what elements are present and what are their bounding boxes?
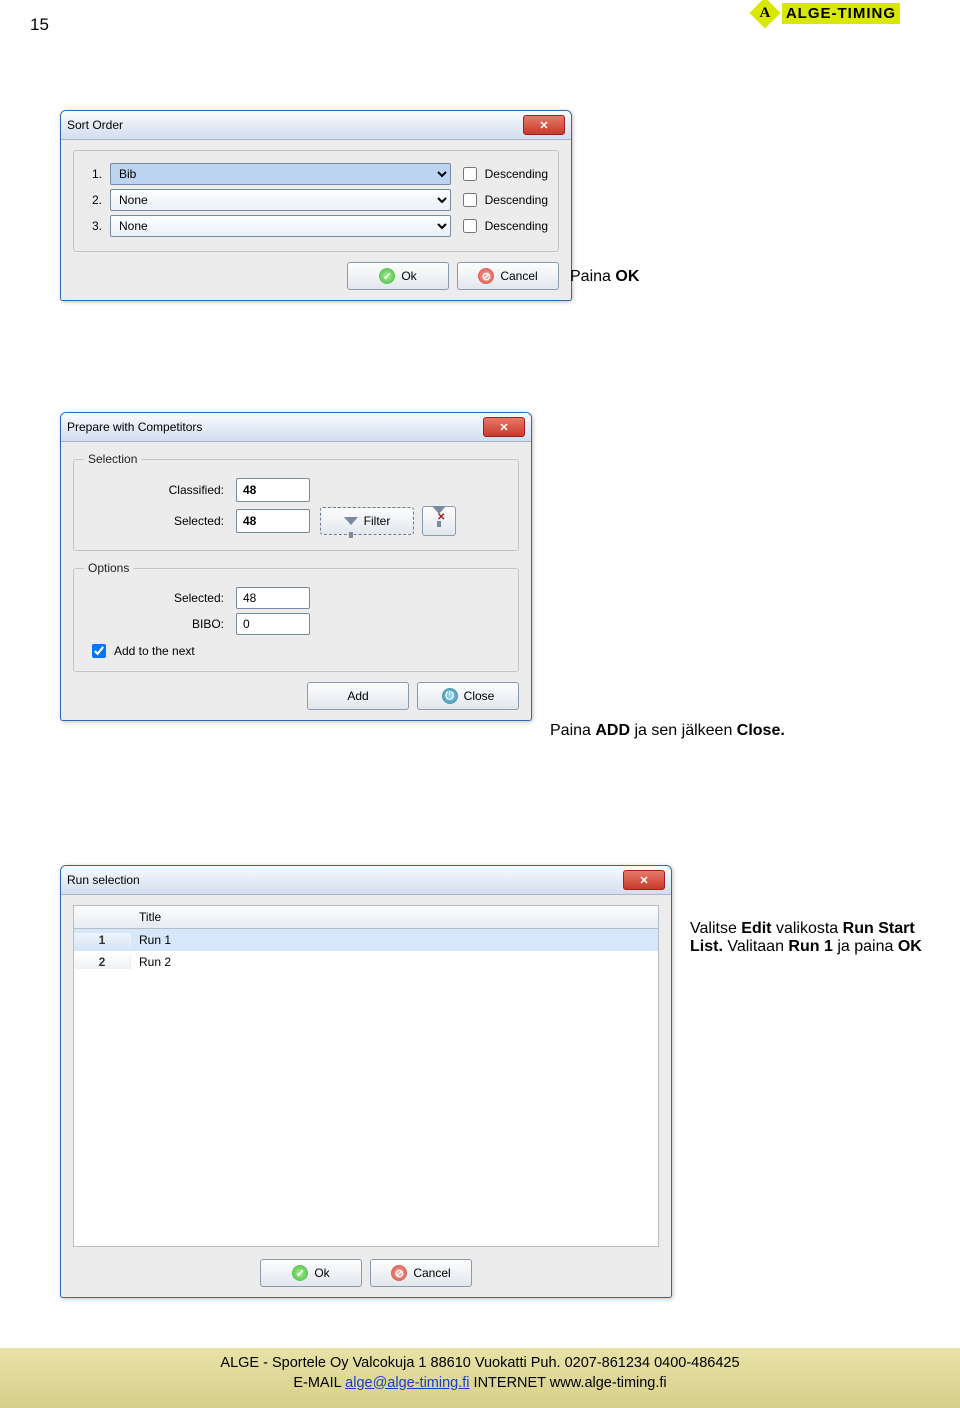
classified-label: Classified: xyxy=(84,483,224,497)
close-button[interactable]: ✕ xyxy=(483,417,525,437)
dialog-title-bar: Run selection ✕ xyxy=(61,866,671,895)
cancel-button[interactable]: ⊘ Cancel xyxy=(457,262,559,290)
bibo-input[interactable] xyxy=(236,613,310,635)
table-row[interactable]: 1 Run 1 xyxy=(74,929,658,951)
button-label: Close xyxy=(464,689,495,703)
sort-row-number: 1. xyxy=(84,167,102,181)
close-icon: ✕ xyxy=(639,874,648,887)
close-button[interactable]: ⏻ Close xyxy=(417,682,519,710)
sort-order-dialog: Sort Order ✕ 1. Bib Descending 2. None D… xyxy=(60,110,572,301)
ok-icon: ✓ xyxy=(292,1265,308,1281)
brand-logo: A ALGE-TIMING xyxy=(754,2,900,24)
filter-button[interactable]: Filter xyxy=(320,507,414,535)
page-footer: ALGE - Sportele Oy Valcokuja 1 88610 Vuo… xyxy=(0,1348,960,1408)
checkbox[interactable] xyxy=(463,219,477,233)
add-button[interactable]: Add xyxy=(307,682,409,710)
button-label: Add xyxy=(347,689,368,703)
button-label: Cancel xyxy=(413,1266,450,1280)
descending-2[interactable]: Descending xyxy=(459,190,548,210)
button-label: Filter xyxy=(364,514,391,528)
cancel-button[interactable]: ⊘ Cancel xyxy=(370,1259,472,1287)
caption-edit-run: Valitse Edit valikosta Run Start List. V… xyxy=(690,920,940,956)
add-to-next-checkbox[interactable]: Add to the next xyxy=(88,641,508,661)
footer-line-1: ALGE - Sportele Oy Valcokuja 1 88610 Vuo… xyxy=(0,1354,960,1374)
sort-field-1[interactable]: Bib xyxy=(110,163,451,185)
close-icon: ✕ xyxy=(499,421,508,434)
checkbox-label: Descending xyxy=(485,193,548,207)
selection-legend: Selection xyxy=(84,452,141,466)
sort-row-number: 2. xyxy=(84,193,102,207)
dialog-title-bar: Sort Order ✕ xyxy=(61,111,571,140)
checkbox-label: Descending xyxy=(485,219,548,233)
funnel-clear-icon: ✕ xyxy=(432,514,446,528)
logo-diamond: A xyxy=(749,0,780,29)
clear-filter-button[interactable]: ✕ xyxy=(422,506,456,536)
dialog-title: Sort Order xyxy=(67,118,523,132)
selected-value: 48 xyxy=(236,509,310,533)
close-icon: ✕ xyxy=(539,119,548,132)
selected-label: Selected: xyxy=(84,514,224,528)
checkbox[interactable] xyxy=(463,193,477,207)
ok-button[interactable]: ✓ Ok xyxy=(347,262,449,290)
footer-email-link[interactable]: alge@alge-timing.fi xyxy=(345,1375,469,1391)
caption-paina-add: Paina ADD ja sen jälkeen Close. xyxy=(550,722,910,740)
checkbox-label: Descending xyxy=(485,167,548,181)
row-title: Run 2 xyxy=(131,955,658,969)
selected2-label: Selected: xyxy=(84,591,224,605)
brand-text: ALGE-TIMING xyxy=(782,3,900,24)
button-label: Cancel xyxy=(500,269,537,283)
dialog-title: Prepare with Competitors xyxy=(67,420,483,434)
close-button[interactable]: ✕ xyxy=(623,870,665,890)
dialog-title: Run selection xyxy=(67,873,623,887)
run-table: Title 1 Run 1 2 Run 2 xyxy=(73,905,659,1247)
power-icon: ⏻ xyxy=(442,688,458,704)
table-row[interactable]: 2 Run 2 xyxy=(74,951,658,973)
row-number: 2 xyxy=(74,955,131,969)
sort-field-2[interactable]: None xyxy=(110,189,451,211)
cancel-icon: ⊘ xyxy=(478,268,494,284)
sort-row-number: 3. xyxy=(84,219,102,233)
run-selection-dialog: Run selection ✕ Title 1 Run 1 2 Run 2 ✓ O… xyxy=(60,865,672,1298)
selected2-input[interactable] xyxy=(236,587,310,609)
sort-field-3[interactable]: None xyxy=(110,215,451,237)
footer-email-label: E-MAIL xyxy=(293,1375,345,1391)
classified-value: 48 xyxy=(236,478,310,502)
checkbox-label: Add to the next xyxy=(114,644,195,658)
dialog-title-bar: Prepare with Competitors ✕ xyxy=(61,413,531,442)
checkbox[interactable] xyxy=(92,644,106,658)
cancel-icon: ⊘ xyxy=(391,1265,407,1281)
prepare-competitors-dialog: Prepare with Competitors ✕ Selection Cla… xyxy=(60,412,532,721)
checkbox[interactable] xyxy=(463,167,477,181)
descending-3[interactable]: Descending xyxy=(459,216,548,236)
page-number: 15 xyxy=(30,15,49,35)
row-title: Run 1 xyxy=(131,933,658,947)
column-header-title[interactable]: Title xyxy=(131,910,658,924)
bibo-label: BIBO: xyxy=(84,617,224,631)
ok-icon: ✓ xyxy=(379,268,395,284)
button-label: Ok xyxy=(314,1266,329,1280)
descending-1[interactable]: Descending xyxy=(459,164,548,184)
footer-internet: INTERNET www.alge-timing.fi xyxy=(470,1375,667,1391)
ok-button[interactable]: ✓ Ok xyxy=(260,1259,362,1287)
row-number: 1 xyxy=(74,933,131,947)
logo-letter: A xyxy=(759,5,770,22)
caption-paina-ok: Paina OK xyxy=(570,268,639,286)
funnel-icon xyxy=(344,517,358,525)
options-legend: Options xyxy=(84,561,133,575)
button-label: Ok xyxy=(401,269,416,283)
close-button[interactable]: ✕ xyxy=(523,115,565,135)
